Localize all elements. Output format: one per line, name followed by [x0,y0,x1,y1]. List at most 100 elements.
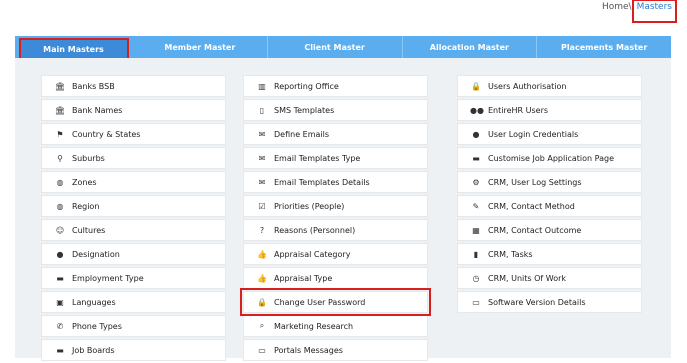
lock-icon: 🔒 [257,297,267,307]
envelope-icon: ✉ [258,153,266,163]
master-link-label: Zones [72,177,97,187]
calendar-icon: ▦ [472,225,480,235]
master-link-reasons-personnel[interactable]: ? Reasons (Personnel) [243,219,428,241]
master-link-label: Email Templates Type [274,153,361,163]
masters-column-1: 🏛 Banks BSB 🏛 Bank Names ⚑ Country & States ⚲ S… [41,75,226,363]
master-link-appraisal-category[interactable]: 👍 Appraisal Category [243,243,428,265]
master-link-sms-templates[interactable]: ▯ SMS Templates [243,99,428,121]
master-link-marketing-research[interactable]: ⌕ Marketing Research [243,315,428,337]
file-icon: ▮ [473,249,479,259]
search-icon: ⌕ [259,321,265,330]
master-link-email-templates-details[interactable]: ✉ Email Templates Details [243,171,428,193]
master-link-label: Suburbs [72,153,105,163]
breadcrumb: Home\ Masters [602,0,677,23]
monitor-icon: ▭ [472,297,480,307]
monitor-icon: ▭ [258,345,266,355]
master-link-crm-contact-outcome[interactable]: ▦ CRM, Contact Outcome [457,219,642,241]
master-link-label: Marketing Research [274,321,354,331]
master-link-define-emails[interactable]: ✉ Define Emails [243,123,428,145]
master-link-label: User Login Credentials [488,129,579,139]
master-link-label: Cultures [72,225,106,235]
masters-panel: 🏛 Banks BSB 🏛 Bank Names ⚑ Country & States ⚲ S… [15,58,671,361]
breadcrumb-home[interactable]: Home [602,2,629,12]
briefcase-icon: ▬ [56,345,64,355]
master-link-zones[interactable]: ◍ Zones [41,171,226,193]
tab-bar: Main Masters Member Master Client Master… [15,36,671,60]
master-link-crm-units-of-work[interactable]: ◷ CRM, Units Of Work [457,267,642,289]
master-link-entirehr-users[interactable]: ●● EntireHR Users [457,99,642,121]
master-link-change-user-password[interactable]: 🔒 Change User Password [240,288,431,316]
master-link-customise-job-application-page[interactable]: ▬ Customise Job Application Page [457,147,642,169]
master-link-phone-types[interactable]: ✆ Phone Types [41,315,226,337]
briefcase-icon: ▬ [56,273,64,283]
globe-icon: ◍ [56,201,64,211]
globe-icon: ◍ [56,177,64,187]
mobile-icon: ▯ [259,105,265,115]
master-link-label: Users Authorisation [488,81,567,91]
master-link-label: Bank Names [72,105,123,115]
user-icon: ● [472,129,480,139]
tab-allocation-master[interactable]: Allocation Master [403,36,538,58]
master-link-label: Appraisal Type [274,273,333,283]
master-link-software-version-details[interactable]: ▭ Software Version Details [457,291,642,313]
envelope-icon: ✉ [258,177,266,187]
master-link-crm-contact-method[interactable]: ✎ CRM, Contact Method [457,195,642,217]
master-link-label: Languages [72,297,116,307]
users-icon: ●● [470,105,484,115]
master-link-label: Country & States [72,129,141,139]
master-link-appraisal-type[interactable]: 👍 Appraisal Type [243,267,428,289]
tab-client-master[interactable]: Client Master [268,36,403,58]
flag-icon: ⚑ [56,129,64,139]
master-link-designation[interactable]: ● Designation [41,243,226,265]
question-circle-icon: ? [259,225,265,235]
master-link-label: Reporting Office [274,81,339,91]
masters-column-3: 🔒 Users Authorisation ●● EntireHR Users ● Use… [457,75,642,315]
master-link-priorities-people[interactable]: ☑ Priorities (People) [243,195,428,217]
master-link-label: Define Emails [274,129,330,139]
breadcrumb-current[interactable]: Masters [631,0,677,23]
master-link-label: Job Boards [72,345,115,355]
master-link-label: CRM, Units Of Work [488,273,567,283]
master-link-label: Designation [72,249,120,259]
smile-icon: ☺ [55,225,65,235]
master-link-user-login-credentials[interactable]: ● User Login Credentials [457,123,642,145]
master-link-cultures[interactable]: ☺ Cultures [41,219,226,241]
master-link-label: Change User Password [274,297,366,307]
master-link-label: Customise Job Application Page [488,153,614,163]
lock-icon: 🔒 [471,81,481,91]
master-link-label: Software Version Details [488,297,586,307]
tab-member-master[interactable]: Member Master [133,36,268,58]
master-link-label: CRM, Contact Outcome [488,225,582,235]
language-icon: ▣ [56,297,64,307]
master-link-email-templates-type[interactable]: ✉ Email Templates Type [243,147,428,169]
master-link-label: Banks BSB [72,81,115,91]
master-link-crm-tasks[interactable]: ▮ CRM, Tasks [457,243,642,265]
tab-placements-master[interactable]: Placements Master [537,36,671,58]
master-link-region[interactable]: ◍ Region [41,195,226,217]
master-link-suburbs[interactable]: ⚲ Suburbs [41,147,226,169]
master-link-country-states[interactable]: ⚑ Country & States [41,123,226,145]
brush-icon: ✎ [472,201,480,211]
master-link-languages[interactable]: ▣ Languages [41,291,226,313]
master-link-label: EntireHR Users [488,105,549,115]
master-link-label: Portals Messages [274,345,343,355]
briefcase-icon: ▬ [472,153,480,163]
map-marker-icon: ⚲ [57,153,63,163]
thumbs-up-icon: 👍 [257,249,267,259]
envelope-icon: ✉ [258,129,266,139]
gear-icon: ⚙ [472,177,480,187]
master-link-label: SMS Templates [274,105,335,115]
master-link-reporting-office[interactable]: ▥ Reporting Office [243,75,428,97]
user-icon: ● [56,249,64,259]
master-link-users-authorisation[interactable]: 🔒 Users Authorisation [457,75,642,97]
tab-main-masters[interactable]: Main Masters [19,38,129,60]
master-link-crm-user-log-settings[interactable]: ⚙ CRM, User Log Settings [457,171,642,193]
master-link-label: Phone Types [72,321,122,331]
masters-column-2: ▥ Reporting Office ▯ SMS Templates ✉ Define E… [240,75,431,363]
master-link-label: CRM, Contact Method [488,201,575,211]
master-link-label: Employment Type [72,273,144,283]
master-link-label: Reasons (Personnel) [274,225,356,235]
master-link-employment-type[interactable]: ▬ Employment Type [41,267,226,289]
master-link-bank-names[interactable]: 🏛 Bank Names [41,99,226,121]
master-link-banks-bsb[interactable]: 🏛 Banks BSB [41,75,226,97]
